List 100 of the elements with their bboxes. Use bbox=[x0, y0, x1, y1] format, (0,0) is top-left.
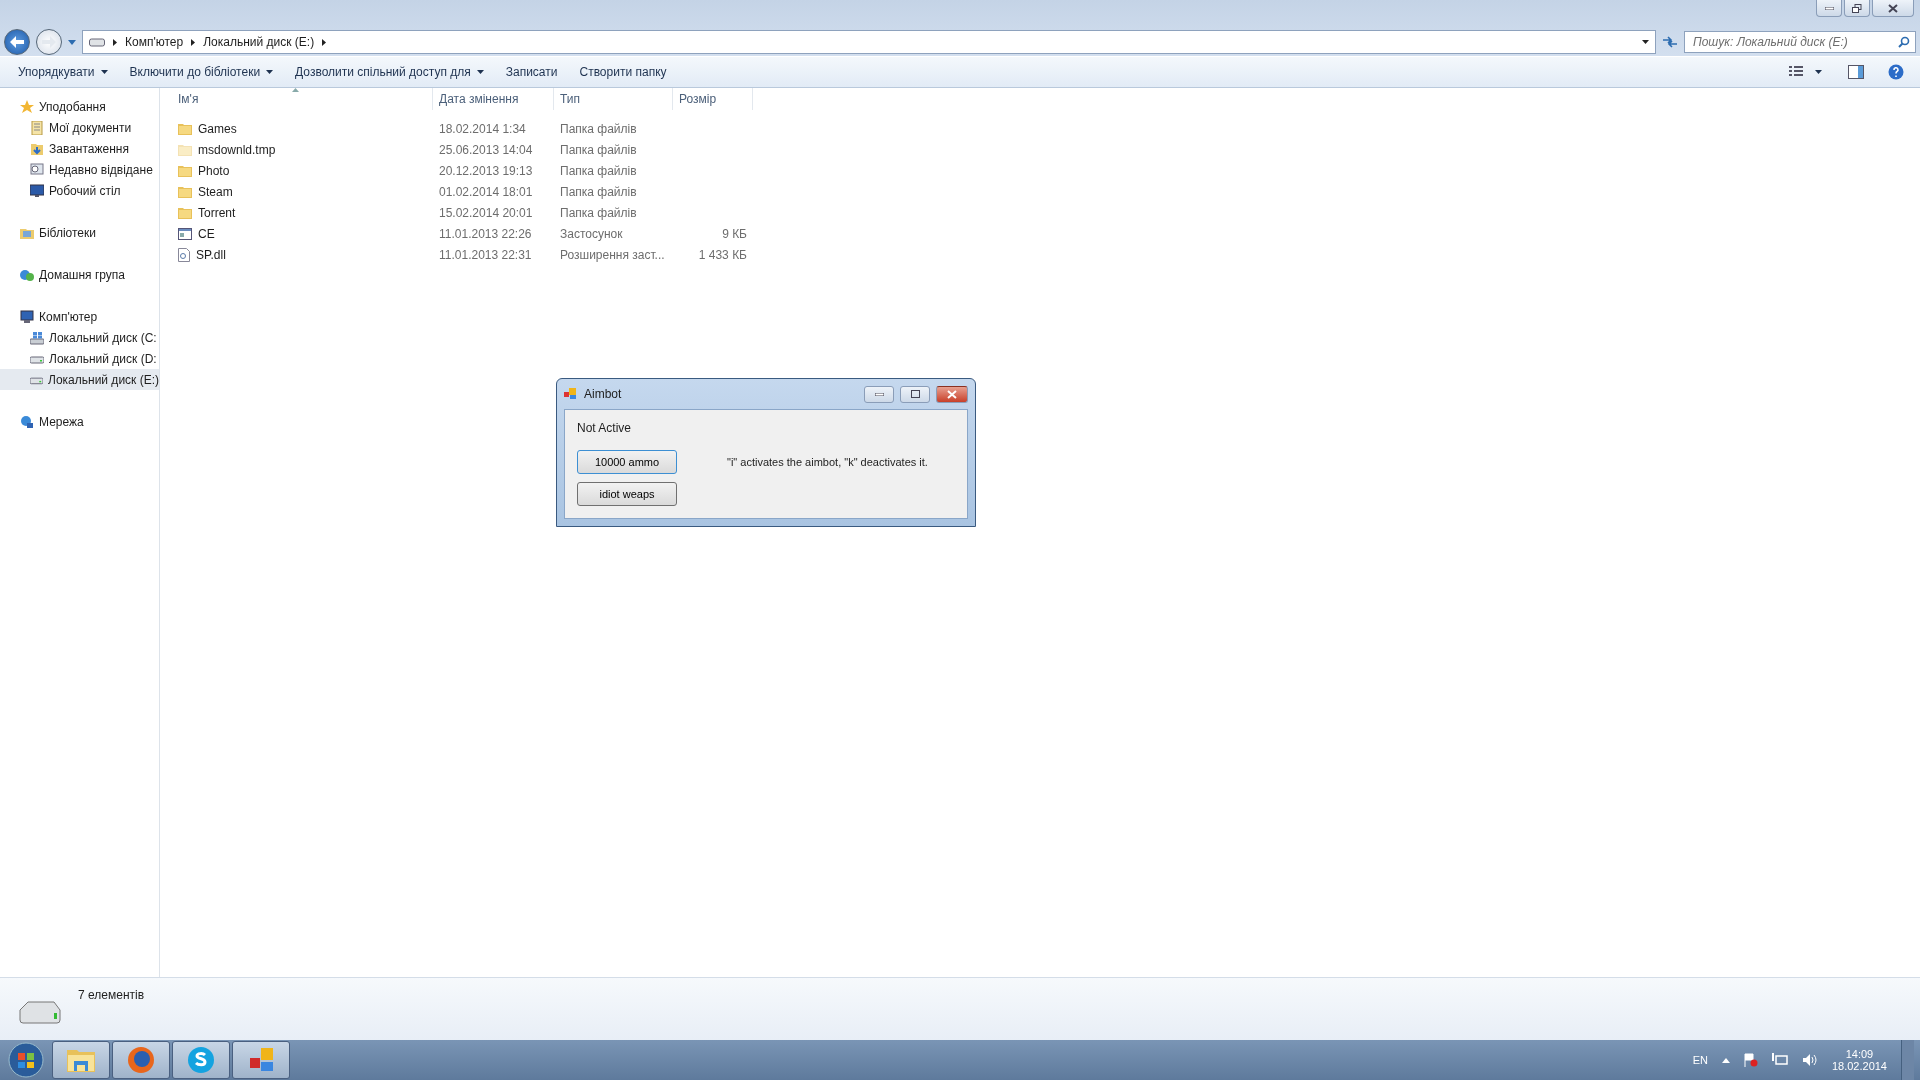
taskbar-app-button[interactable] bbox=[232, 1041, 290, 1079]
close-icon bbox=[947, 389, 957, 399]
close-button[interactable] bbox=[936, 385, 968, 403]
document-icon bbox=[30, 162, 44, 177]
file-name: Steam bbox=[172, 181, 433, 202]
sidebar-item[interactable]: Локальний диск (E:) bbox=[0, 369, 159, 390]
sidebar-item[interactable]: Уподобання bbox=[0, 96, 159, 117]
type-cell-text: Папка файлів bbox=[559, 141, 638, 159]
size-cell-text: 9 КБ bbox=[721, 225, 748, 243]
column-header[interactable]: Дата змінення bbox=[433, 88, 554, 110]
file-name: Games bbox=[172, 118, 433, 139]
dialog-button[interactable]: 10000 ammo bbox=[577, 450, 677, 474]
sidebar-item[interactable]: Недавно відвідане bbox=[0, 159, 159, 180]
close-icon bbox=[1888, 3, 1898, 13]
toolbar-button[interactable]: Упорядкувати bbox=[8, 61, 118, 83]
taskbar-app-button[interactable] bbox=[172, 1041, 230, 1079]
type-cell-text: Розширення заст... bbox=[559, 246, 666, 264]
minimize-icon bbox=[1824, 6, 1834, 10]
chevron-right-icon bbox=[191, 38, 196, 46]
caret-up-icon bbox=[1721, 1057, 1730, 1063]
type-cell-text: Папка файлів bbox=[559, 162, 638, 180]
date-cell-text: 11.01.2013 22:31 bbox=[438, 246, 533, 264]
view-list-icon[interactable] bbox=[1789, 66, 1803, 78]
type-cell-text: Папка файлів bbox=[559, 120, 638, 138]
restore-icon bbox=[1852, 3, 1862, 13]
column-header[interactable]: Розмір bbox=[673, 88, 753, 110]
date-cell-text: 25.06.2013 14:04 bbox=[438, 141, 534, 159]
date-cell-text: 11.01.2013 22:26 bbox=[438, 225, 533, 243]
toolbar-button[interactable]: Дозволити спільний доступ для bbox=[285, 61, 494, 83]
flag-icon bbox=[1743, 1053, 1758, 1067]
item-count: 7 елементів bbox=[78, 988, 145, 1004]
sidebar-item[interactable]: Домашня група bbox=[0, 264, 159, 285]
taskbar-app-button[interactable] bbox=[112, 1041, 170, 1079]
drive-icon bbox=[89, 37, 105, 47]
clock[interactable]: 14:09 18.02.2014 bbox=[1831, 1048, 1887, 1072]
forward-button[interactable] bbox=[36, 29, 62, 55]
arrow-left-icon bbox=[10, 36, 24, 48]
file-name: Torrent bbox=[172, 202, 433, 223]
date-cell-text: 20.12.2013 19:13 bbox=[438, 162, 534, 180]
sidebar-item[interactable]: Комп'ютер bbox=[0, 306, 159, 327]
windows-logo-icon bbox=[8, 1042, 44, 1078]
search-field[interactable]: Пошук: Локальний диск (E:) bbox=[1684, 31, 1916, 53]
chevron-right-icon bbox=[322, 38, 327, 46]
monitor-icon bbox=[20, 309, 34, 324]
sidebar-item[interactable]: Мережа bbox=[0, 411, 159, 432]
restore-button[interactable] bbox=[1844, 0, 1870, 17]
back-button[interactable] bbox=[4, 29, 30, 55]
toolbar-button[interactable]: Створити папку bbox=[569, 61, 677, 83]
date-cell-text: 15.02.2014 20:01 bbox=[438, 204, 534, 222]
type-cell-text: Застосунок bbox=[559, 225, 624, 243]
close-button[interactable] bbox=[1872, 0, 1914, 17]
file-name: SP.dll bbox=[172, 244, 433, 265]
date-cell-text: 01.02.2014 18:01 bbox=[438, 183, 534, 201]
caret-icon bbox=[1815, 70, 1822, 74]
toolbar-button[interactable]: Включити до бібліотеки bbox=[119, 61, 284, 83]
breadcrumb-link[interactable]: Комп'ютер bbox=[125, 35, 184, 49]
tiles-icon bbox=[247, 1046, 275, 1074]
size-cell-text: 1 433 КБ bbox=[697, 246, 748, 264]
network-icon bbox=[1771, 1053, 1788, 1067]
breadcrumb-link[interactable]: Локальний диск (E:) bbox=[203, 35, 315, 49]
refresh-icon bbox=[1662, 35, 1678, 49]
type-cell-text: Папка файлів bbox=[559, 183, 638, 201]
column-header[interactable]: Тип bbox=[554, 88, 673, 110]
preview-pane-icon[interactable] bbox=[1848, 65, 1864, 79]
monitor-icon bbox=[30, 183, 44, 198]
sidebar-item[interactable]: Мої документи bbox=[0, 117, 159, 138]
toolbar-button[interactable]: Записати bbox=[495, 61, 568, 83]
dialog-title: Aimbot bbox=[584, 387, 622, 401]
file-name: CE bbox=[172, 223, 433, 244]
maximize-icon bbox=[910, 390, 920, 398]
drive-icon bbox=[30, 330, 44, 345]
dialog-button[interactable]: idiot weaps bbox=[577, 482, 677, 506]
sidebar-item[interactable]: Робочий стіл bbox=[0, 180, 159, 201]
chevron-right-icon bbox=[113, 38, 117, 46]
speaker-icon bbox=[1801, 1053, 1818, 1067]
minimize-icon bbox=[874, 392, 884, 396]
search-icon bbox=[1898, 36, 1910, 48]
sidebar-item[interactable]: Локальний диск (C: bbox=[0, 327, 159, 348]
column-header[interactable]: Ім'я bbox=[172, 88, 433, 110]
hint-text: "i" activates the aimbot, "k" deactivates it. bbox=[727, 456, 929, 468]
dropdown-arrow-icon bbox=[68, 39, 76, 45]
taskbar-app-button[interactable] bbox=[52, 1041, 110, 1079]
folder-icon bbox=[30, 141, 44, 156]
sidebar-item[interactable]: Бібліотеки bbox=[0, 222, 159, 243]
skype-icon bbox=[187, 1046, 215, 1074]
language-indicator[interactable]: EN bbox=[1692, 1054, 1708, 1066]
date-cell-text: 18.02.2014 1:34 bbox=[438, 120, 527, 138]
star-icon bbox=[20, 99, 34, 114]
app-icon bbox=[564, 388, 578, 400]
status-label: Not Active bbox=[577, 421, 633, 435]
type-cell-text: Папка файлів bbox=[559, 204, 638, 222]
file-name: Photo bbox=[172, 160, 433, 181]
maximize-button[interactable] bbox=[900, 385, 930, 403]
sidebar-item[interactable]: Завантаження bbox=[0, 138, 159, 159]
dropdown-arrow-icon bbox=[1642, 40, 1649, 44]
address-bar[interactable]: Комп'ютер Локальний диск (E:) bbox=[82, 30, 1656, 54]
folder-icon bbox=[66, 1047, 96, 1073]
help-icon[interactable] bbox=[1888, 64, 1904, 80]
sidebar-item[interactable]: Локальний диск (D: bbox=[0, 348, 159, 369]
document-icon bbox=[30, 120, 44, 135]
